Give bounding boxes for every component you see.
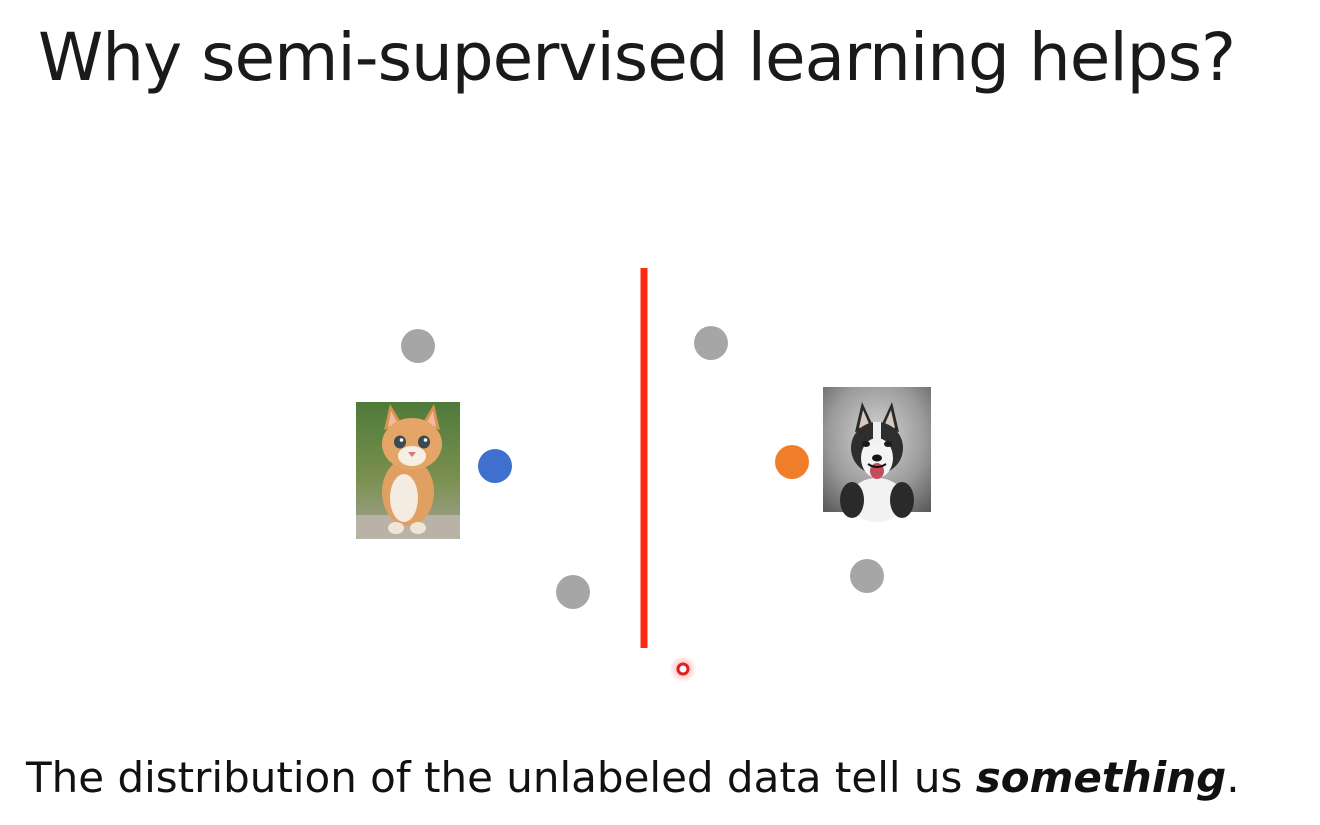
labeled-point-dog xyxy=(775,445,809,479)
unlabeled-point xyxy=(694,326,728,360)
caption-text: The distribution of the unlabeled data t… xyxy=(26,753,976,802)
husky-dog-photo xyxy=(823,387,931,522)
unlabeled-point xyxy=(850,559,884,593)
slide-caption: The distribution of the unlabeled data t… xyxy=(26,750,1316,806)
caption-emphasis: something xyxy=(975,753,1227,802)
unlabeled-point xyxy=(556,575,590,609)
pointer-dot xyxy=(669,655,697,683)
labeled-point-cat xyxy=(478,449,512,483)
cat-photo xyxy=(356,402,460,539)
diagram xyxy=(356,268,931,683)
slide: Why semi-supervised learning helps? The … xyxy=(0,0,1320,825)
caption-period: . xyxy=(1226,753,1240,802)
unlabeled-point xyxy=(401,329,435,363)
